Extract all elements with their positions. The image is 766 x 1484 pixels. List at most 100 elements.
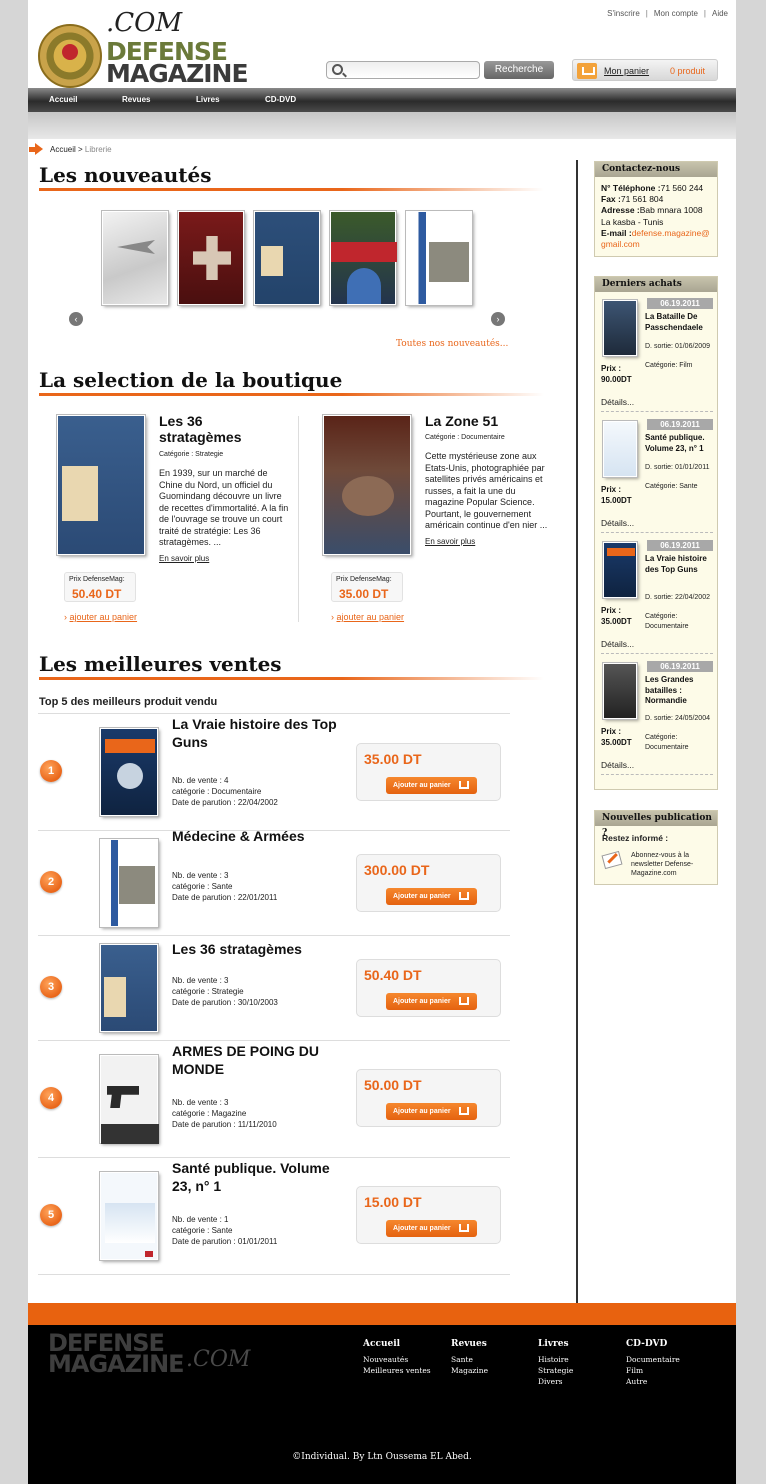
rank-badge: 2	[40, 871, 62, 893]
cover-art	[347, 268, 381, 304]
purchase-cover[interactable]	[602, 420, 638, 478]
product-title[interactable]: La Vraie histoire des Top Guns	[172, 715, 352, 751]
nav-revues[interactable]: Revues	[122, 95, 150, 104]
price-value: 35.00 DT	[339, 587, 389, 601]
product-date: Date de parution : 22/01/2011	[172, 893, 278, 902]
book-cover-thumb[interactable]	[405, 210, 473, 306]
details-link[interactable]: Détails...	[601, 639, 634, 649]
book-cover-thumb[interactable]	[253, 210, 321, 306]
search-input[interactable]	[347, 62, 477, 78]
book-cover[interactable]	[99, 838, 159, 928]
add-to-cart-button[interactable]: Ajouter au panier	[386, 1103, 477, 1120]
breadcrumb-current: Librerie	[84, 145, 112, 154]
nav-livres[interactable]: Livres	[196, 95, 220, 104]
footer-link[interactable]: Meilleures ventes	[363, 1365, 431, 1376]
search-icon	[332, 64, 343, 75]
footer-link[interactable]: Strategie	[538, 1365, 573, 1376]
site-logo[interactable]: .COM DEFENSE MAGAZINE	[36, 8, 251, 88]
footer-link[interactable]: Film	[626, 1365, 680, 1376]
purchase-price: 35.00DT	[601, 738, 632, 747]
account-link[interactable]: Mon compte	[654, 9, 698, 18]
footer-link[interactable]: Magazine	[451, 1365, 488, 1376]
footer-col-heading[interactable]: Livres	[538, 1339, 573, 1349]
footer-link[interactable]: Nouveautés	[363, 1354, 431, 1365]
product-title[interactable]: ARMES DE POING DU MONDE	[172, 1042, 352, 1078]
contact-box: Contactez-nous N° Téléphone :71 560 244 …	[594, 161, 718, 257]
book-cover[interactable]	[99, 727, 159, 817]
footer-link[interactable]: Divers	[538, 1376, 573, 1387]
cart-bar: Mon panier 0 produit	[572, 59, 718, 81]
footer-link[interactable]: Documentaire	[626, 1354, 680, 1365]
footer-link[interactable]: Sante	[451, 1354, 488, 1365]
carousel-prev-button[interactable]: ‹	[69, 312, 83, 326]
add-to-cart-button[interactable]: Ajouter au panier	[386, 1220, 477, 1237]
signup-link[interactable]: S'inscrire	[607, 9, 640, 18]
details-link[interactable]: Détails...	[601, 518, 634, 528]
read-more-link[interactable]: En savoir plus	[425, 537, 475, 546]
cart-icon	[459, 892, 469, 900]
footer-col-heading[interactable]: Accueil	[363, 1339, 431, 1349]
divider	[38, 1274, 510, 1275]
book-cover-thumb[interactable]	[329, 210, 397, 306]
product-date: Date de parution : 11/11/2010	[172, 1120, 277, 1129]
book-cover[interactable]	[56, 414, 146, 556]
carousel-next-button[interactable]: ›	[491, 312, 505, 326]
purchase-title[interactable]: Santé publique. Volume 23, n° 1	[645, 433, 713, 454]
newsletter-icon	[601, 850, 623, 870]
add-to-cart-link[interactable]: › ajouter au panier	[331, 612, 404, 622]
purchase-title[interactable]: La Bataille De Passchendaele	[645, 312, 713, 333]
purchase-price-label: Prix :	[601, 606, 622, 615]
purchase-date: 06.19.2011	[647, 298, 713, 309]
book-cover[interactable]	[99, 943, 159, 1033]
add-to-cart-button[interactable]: Ajouter au panier	[386, 888, 477, 905]
section-title-best: Les meilleures ventes	[39, 652, 282, 676]
breadcrumb-home[interactable]: Accueil	[50, 145, 76, 154]
book-cover[interactable]	[99, 1171, 159, 1261]
purchase-cover[interactable]	[602, 662, 638, 720]
newsletter-link[interactable]: Abonnez-vous à la newsletter Defense-Mag…	[631, 851, 701, 878]
add-to-cart-button[interactable]: Ajouter au panier	[386, 777, 477, 794]
book-cover-thumb[interactable]	[177, 210, 245, 306]
footer-link[interactable]: Histoire	[538, 1354, 573, 1365]
add-to-cart-link[interactable]: › ajouter au panier	[64, 612, 137, 622]
book-cover-thumb[interactable]	[101, 210, 169, 306]
book-cover[interactable]	[99, 1054, 159, 1144]
main-nav: Accueil Revues Livres CD-DVD	[28, 88, 736, 112]
cart-icon	[577, 63, 597, 79]
cover-art	[62, 466, 98, 521]
title-underline	[39, 393, 544, 396]
book-cover[interactable]	[322, 414, 412, 556]
newsletter-box: Nouvelles publication ? Restez informé :…	[594, 810, 718, 885]
help-link[interactable]: Aide	[712, 9, 728, 18]
add-to-cart-button[interactable]: Ajouter au panier	[386, 993, 477, 1010]
all-new-link[interactable]: Toutes nos nouveautés...	[396, 339, 508, 349]
product-title[interactable]: La Zone 51	[425, 413, 545, 429]
nav-cd-dvd[interactable]: CD-DVD	[265, 95, 296, 104]
footer-col-heading[interactable]: CD-DVD	[626, 1339, 680, 1349]
cover-art	[101, 1124, 159, 1144]
product-title[interactable]: Médecine & Armées	[172, 827, 352, 845]
product-category: catégorie : Strategie	[172, 987, 244, 996]
read-more-link[interactable]: En savoir plus	[159, 554, 209, 563]
search-button[interactable]: Recherche	[484, 61, 554, 79]
product-title[interactable]: Santé publique. Volume 23, n° 1	[172, 1159, 352, 1195]
product-title[interactable]: Les 36 stratagèmes	[172, 940, 352, 958]
pen-icon	[607, 852, 618, 864]
title-underline	[39, 188, 544, 191]
purchase-cover[interactable]	[602, 541, 638, 599]
details-link[interactable]: Détails...	[601, 397, 634, 407]
fax-label: Fax :	[601, 194, 621, 205]
cart-link[interactable]: Mon panier	[604, 66, 649, 76]
footer-link[interactable]: Autre	[626, 1376, 680, 1387]
purchase-price: 90.00DT	[601, 375, 632, 384]
price-box: 50.40 DT Ajouter au panier	[356, 959, 501, 1017]
purchase-title[interactable]: Les Grandes batailles : Normandie	[645, 675, 713, 707]
purchase-title[interactable]: La Vraie histoire des Top Guns	[645, 554, 713, 575]
add-to-cart-label: Ajouter au panier	[393, 893, 451, 900]
product-title[interactable]: Les 36 stratagèmes	[159, 413, 269, 445]
purchase-cover[interactable]	[602, 299, 638, 357]
details-link[interactable]: Détails...	[601, 760, 634, 770]
nav-accueil[interactable]: Accueil	[49, 95, 77, 104]
footer-col-heading[interactable]: Revues	[451, 1339, 488, 1349]
sub-bar	[28, 112, 736, 139]
